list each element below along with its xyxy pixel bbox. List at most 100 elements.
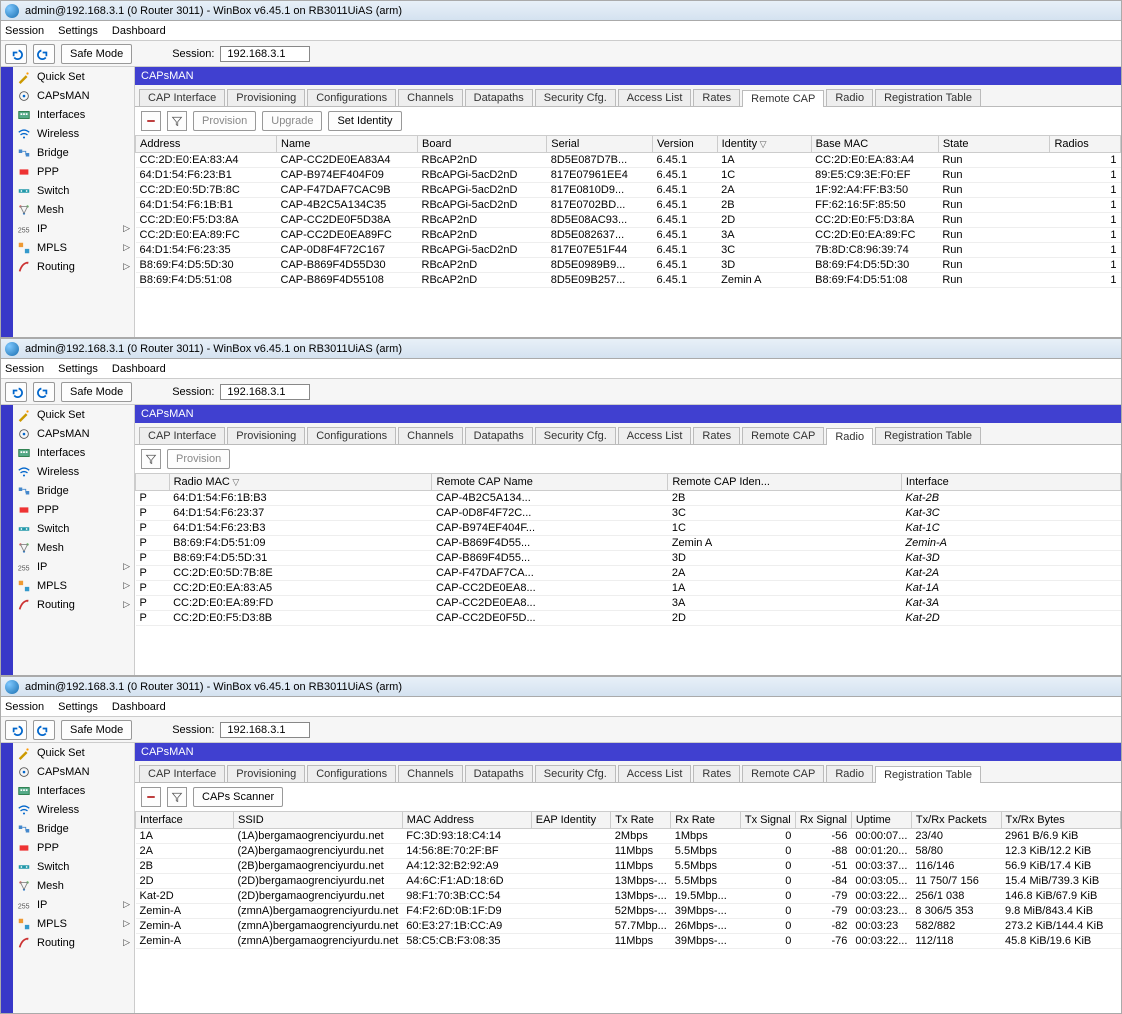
table-row[interactable]: 1A(1A)bergamaogrenciyurdu.netFC:3D:93:18… bbox=[136, 829, 1121, 844]
sidebar-item[interactable]: 255IP▷ bbox=[13, 557, 134, 576]
menu-item[interactable]: Dashboard bbox=[112, 25, 166, 37]
tab[interactable]: Configurations bbox=[307, 765, 396, 782]
tab[interactable]: Provisioning bbox=[227, 427, 305, 444]
table-row[interactable]: PCC:2D:E0:EA:83:A5CAP-CC2DE0EA8...1AKat-… bbox=[136, 581, 1121, 596]
tab[interactable]: Rates bbox=[693, 427, 740, 444]
safe-mode-button[interactable]: Safe Mode bbox=[61, 382, 132, 402]
tab[interactable]: Configurations bbox=[307, 89, 396, 106]
set-identity-button[interactable]: Set Identity bbox=[328, 111, 401, 131]
menu-item[interactable]: Dashboard bbox=[112, 363, 166, 375]
sidebar-item[interactable]: Wireless bbox=[13, 800, 134, 819]
tab[interactable]: Access List bbox=[618, 427, 692, 444]
table-row[interactable]: P64:D1:54:F6:23:37CAP-0D8F4F72C...3CKat-… bbox=[136, 506, 1121, 521]
sidebar-item[interactable]: Wireless bbox=[13, 462, 134, 481]
column-header[interactable]: Radios bbox=[1050, 136, 1121, 153]
sidebar-item[interactable]: Bridge bbox=[13, 481, 134, 500]
remove-button[interactable] bbox=[141, 111, 161, 131]
sidebar-item[interactable]: Interfaces bbox=[13, 781, 134, 800]
tab[interactable]: Datapaths bbox=[465, 89, 533, 106]
tab[interactable]: Registration Table bbox=[875, 766, 981, 783]
sidebar-item[interactable]: Quick Set bbox=[13, 405, 134, 424]
menu-item[interactable]: Session bbox=[5, 701, 44, 713]
redo-button[interactable] bbox=[33, 44, 55, 64]
menu-item[interactable]: Session bbox=[5, 363, 44, 375]
tab[interactable]: Datapaths bbox=[465, 427, 533, 444]
tab[interactable]: CAP Interface bbox=[139, 765, 225, 782]
table-row[interactable]: 2D(2D)bergamaogrenciyurdu.netA4:6C:F1:AD… bbox=[136, 874, 1121, 889]
tab[interactable]: Security Cfg. bbox=[535, 427, 616, 444]
tab[interactable]: Configurations bbox=[307, 427, 396, 444]
table-row[interactable]: PCC:2D:E0:5D:7B:8ECAP-F47DAF7CA...2AKat-… bbox=[136, 566, 1121, 581]
tab[interactable]: CAP Interface bbox=[139, 427, 225, 444]
tab[interactable]: Radio bbox=[826, 428, 873, 445]
sidebar-item[interactable]: Mesh bbox=[13, 876, 134, 895]
tab[interactable]: Access List bbox=[618, 89, 692, 106]
table-row[interactable]: 64:D1:54:F6:23:35CAP-0D8F4F72C167RBcAPGi… bbox=[136, 243, 1121, 258]
menu-item[interactable]: Dashboard bbox=[112, 701, 166, 713]
table-row[interactable]: P64:D1:54:F6:1B:B3CAP-4B2C5A134...2BKat-… bbox=[136, 491, 1121, 506]
safe-mode-button[interactable]: Safe Mode bbox=[61, 720, 132, 740]
table-row[interactable]: 2B(2B)bergamaogrenciyurdu.netA4:12:32:B2… bbox=[136, 859, 1121, 874]
filter-button[interactable] bbox=[167, 787, 187, 807]
sidebar-item[interactable]: CAPsMAN bbox=[13, 424, 134, 443]
column-header[interactable]: Interface bbox=[136, 812, 234, 829]
tab[interactable]: Registration Table bbox=[875, 427, 981, 444]
sidebar-item[interactable]: MPLS▷ bbox=[13, 576, 134, 595]
table-row[interactable]: PCC:2D:E0:EA:89:FDCAP-CC2DE0EA8...3AKat-… bbox=[136, 596, 1121, 611]
column-header[interactable]: Version bbox=[653, 136, 718, 153]
tab[interactable]: Rates bbox=[693, 89, 740, 106]
sidebar-item[interactable]: Mesh bbox=[13, 200, 134, 219]
table-row[interactable]: Kat-2D(2D)bergamaogrenciyurdu.net98:F1:7… bbox=[136, 889, 1121, 904]
tab[interactable]: Rates bbox=[693, 765, 740, 782]
sidebar-item[interactable]: MPLS▷ bbox=[13, 238, 134, 257]
provision-button[interactable]: Provision bbox=[193, 111, 256, 131]
column-header[interactable]: Board bbox=[418, 136, 547, 153]
provision-button[interactable]: Provision bbox=[167, 449, 230, 469]
column-header[interactable]: Serial bbox=[547, 136, 653, 153]
table-row[interactable]: 64:D1:54:F6:1B:B1CAP-4B2C5A134C35RBcAPGi… bbox=[136, 198, 1121, 213]
data-grid[interactable]: InterfaceSSIDMAC AddressEAP IdentityTx R… bbox=[135, 811, 1121, 1013]
tab[interactable]: Security Cfg. bbox=[535, 89, 616, 106]
undo-button[interactable] bbox=[5, 382, 27, 402]
safe-mode-button[interactable]: Safe Mode bbox=[61, 44, 132, 64]
redo-button[interactable] bbox=[33, 720, 55, 740]
sidebar-item[interactable]: CAPsMAN bbox=[13, 86, 134, 105]
tab[interactable]: Remote CAP bbox=[742, 90, 824, 107]
table-row[interactable]: CC:2D:E0:5D:7B:8CCAP-F47DAF7CAC9BRBcAPGi… bbox=[136, 183, 1121, 198]
tab[interactable]: Registration Table bbox=[875, 89, 981, 106]
column-header[interactable]: MAC Address bbox=[402, 812, 531, 829]
column-header[interactable]: Tx Rate bbox=[611, 812, 671, 829]
sidebar-item[interactable]: PPP bbox=[13, 162, 134, 181]
tab[interactable]: Security Cfg. bbox=[535, 765, 616, 782]
column-header[interactable]: Base MAC bbox=[811, 136, 938, 153]
sidebar-item[interactable]: Interfaces bbox=[13, 105, 134, 124]
sidebar-item[interactable]: Quick Set bbox=[13, 743, 134, 762]
sidebar-item[interactable]: Routing▷ bbox=[13, 257, 134, 276]
column-header[interactable]: Radio MAC bbox=[169, 474, 432, 491]
sidebar-item[interactable]: Routing▷ bbox=[13, 933, 134, 952]
tab[interactable]: Channels bbox=[398, 765, 462, 782]
column-header[interactable]: Address bbox=[136, 136, 277, 153]
tab[interactable]: Radio bbox=[826, 89, 873, 106]
tab[interactable]: Channels bbox=[398, 427, 462, 444]
table-row[interactable]: Zemin-A(zmnA)bergamaogrenciyurdu.net60:E… bbox=[136, 919, 1121, 934]
table-row[interactable]: B8:69:F4:D5:51:08CAP-B869F4D55108RBcAP2n… bbox=[136, 273, 1121, 288]
menu-item[interactable]: Settings bbox=[58, 25, 98, 37]
tab[interactable]: Channels bbox=[398, 89, 462, 106]
undo-button[interactable] bbox=[5, 720, 27, 740]
sidebar-item[interactable]: Quick Set bbox=[13, 67, 134, 86]
redo-button[interactable] bbox=[33, 382, 55, 402]
caps-scanner-button[interactable]: CAPs Scanner bbox=[193, 787, 283, 807]
column-header[interactable]: Tx Signal bbox=[740, 812, 795, 829]
data-grid[interactable]: AddressNameBoardSerialVersionIdentityBas… bbox=[135, 135, 1121, 337]
column-header[interactable]: Uptime bbox=[851, 812, 911, 829]
table-row[interactable]: 64:D1:54:F6:23:B1CAP-B974EF404F09RBcAPGi… bbox=[136, 168, 1121, 183]
filter-button[interactable] bbox=[167, 111, 187, 131]
table-row[interactable]: CC:2D:E0:EA:83:A4CAP-CC2DE0EA83A4RBcAP2n… bbox=[136, 153, 1121, 168]
column-header[interactable]: Identity bbox=[717, 136, 811, 153]
table-row[interactable]: PB8:69:F4:D5:51:09CAP-B869F4D55...Zemin … bbox=[136, 536, 1121, 551]
tab[interactable]: CAP Interface bbox=[139, 89, 225, 106]
undo-button[interactable] bbox=[5, 44, 27, 64]
menu-item[interactable]: Settings bbox=[58, 701, 98, 713]
sidebar-item[interactable]: Switch bbox=[13, 857, 134, 876]
